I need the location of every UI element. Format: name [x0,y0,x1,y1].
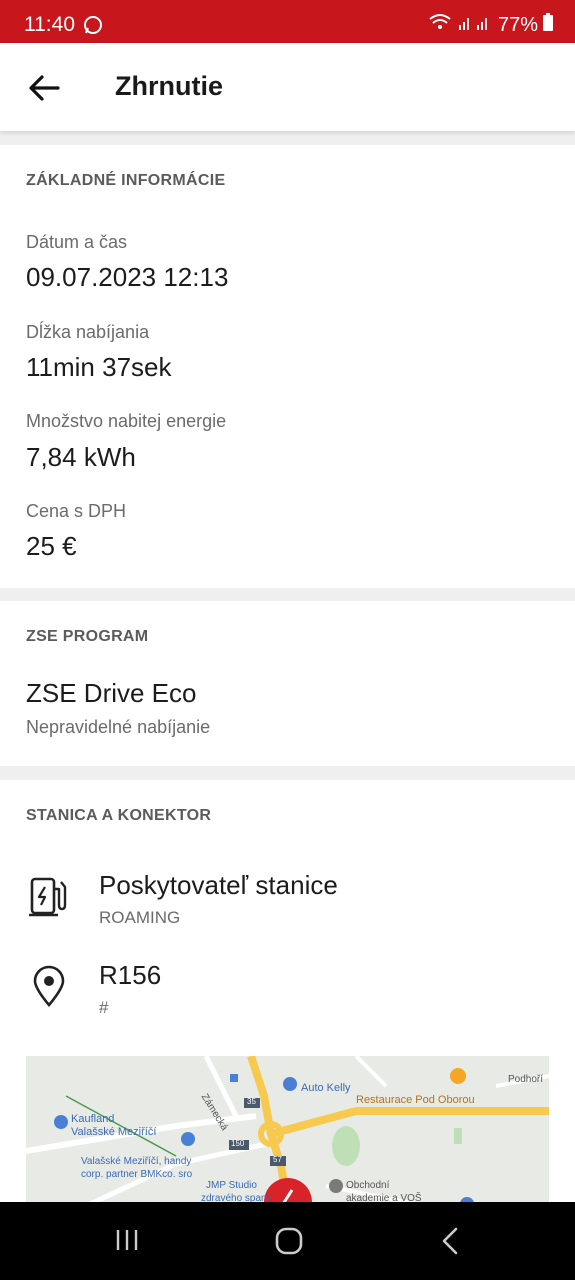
back-nav-button[interactable] [438,1226,462,1261]
map-label: 150 [231,1139,245,1148]
program-card: ZSE PROGRAM ZSE Drive Eco Nepravidelné n… [0,601,575,766]
charging-station-icon [28,877,70,924]
signal-icon [457,13,493,37]
arrow-left-icon [29,75,60,101]
whatsapp-icon [83,15,103,40]
back-button[interactable] [26,71,62,105]
energy-value: 7,84 kWh [26,442,136,472]
program-name: ZSE Drive Eco [26,678,197,708]
date-time-label: Dátum a čas [26,232,128,252]
map-label: Valašské Meziříčí, handy [81,1156,192,1167]
home-icon [275,1227,303,1255]
map-label: Restaurace Pod Oborou [356,1094,475,1106]
map-label: 57 [273,1155,282,1164]
provider-value: ROAMING [99,908,181,927]
energy-label: Množstvo nabitej energie [26,411,227,431]
status-time: 11:40 [24,13,75,36]
home-button[interactable] [274,1226,304,1261]
map-label: 35 [247,1097,256,1106]
chevron-left-icon [442,1227,458,1255]
battery-icon [543,13,553,37]
section-heading: STANICA A KONEKTOR [26,807,212,824]
basic-info-card: ZÁKLADNÉ INFORMÁCIE Dátum a čas 09.07.20… [0,145,575,588]
recent-apps-icon [116,1230,138,1250]
duration-value: 11min 37sek [26,352,172,382]
date-time-value: 09.07.2023 12:13 [26,262,229,292]
recent-apps-button[interactable] [113,1226,141,1259]
price-value: 25 € [26,531,77,561]
app-bar: Zhrnutie [0,43,575,131]
station-map[interactable]: Auto Kelly Podhoří Restaurace Pod Oborou… [26,1056,549,1206]
map-label: Kaufland [71,1113,115,1125]
page-title: Zhrnutie [115,71,223,101]
system-nav-bar [0,1202,575,1280]
connector-value: # [99,998,109,1017]
battery-percent: 77% [497,13,538,36]
map-label: JMP Studio [206,1180,257,1191]
map-label: Podhoří [508,1074,544,1085]
map-label: Obchodní [346,1180,390,1191]
map-label: corp. partner BMKco. sro [81,1169,193,1180]
status-bar: 11:40 77% [0,0,575,43]
program-description: Nepravidelné nabíjanie [26,717,211,737]
price-label: Cena s DPH [26,501,127,521]
provider-title: Poskytovateľ stanice [99,870,338,900]
map-label: Valašské Meziříčí [71,1126,157,1138]
wifi-icon [428,13,452,37]
location-pin-icon [32,965,66,1012]
section-heading: ZÁKLADNÉ INFORMÁCIE [26,172,226,189]
duration-label: Dĺžka nabíjania [26,322,150,342]
map-label: Auto Kelly [301,1082,351,1094]
station-id: R156 [99,960,162,990]
section-heading: ZSE PROGRAM [26,628,149,645]
